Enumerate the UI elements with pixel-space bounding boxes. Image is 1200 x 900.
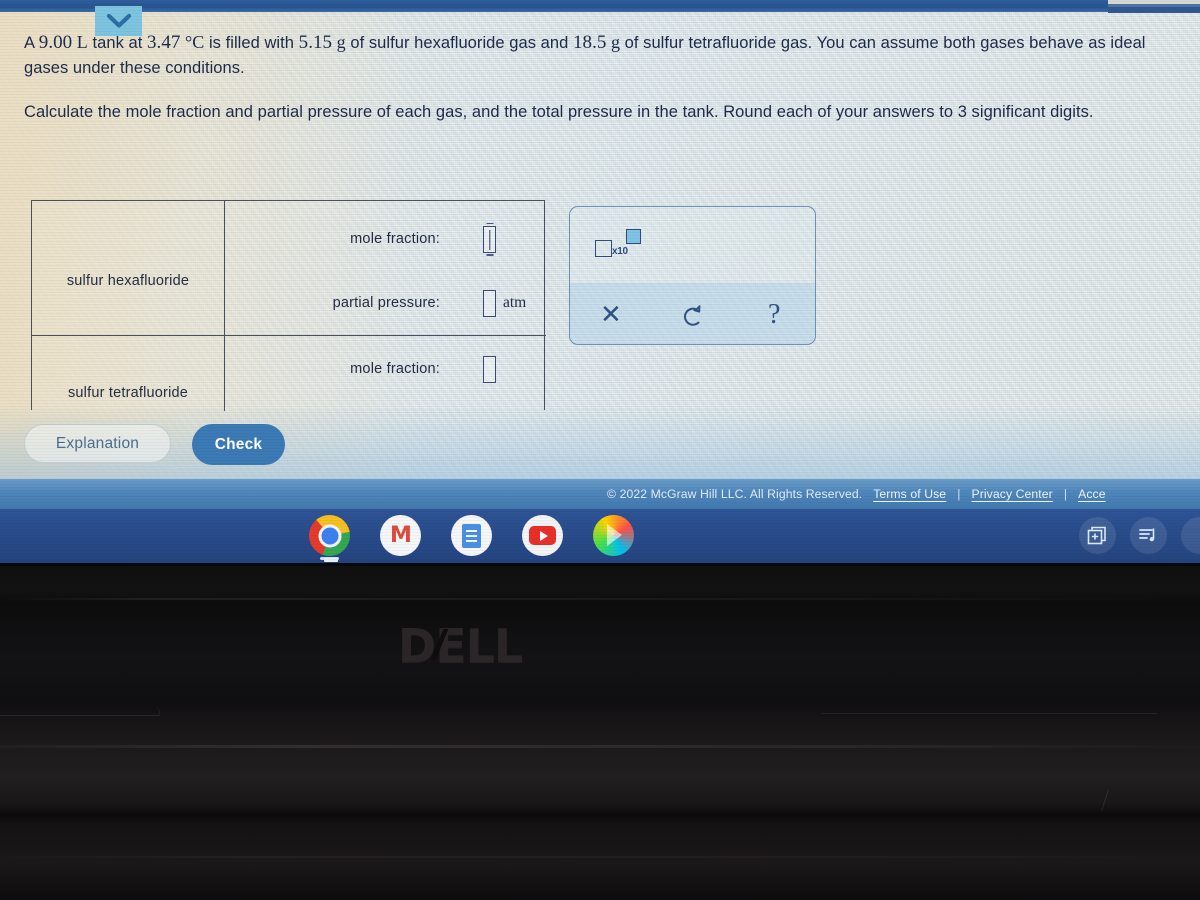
- chrome-icon[interactable]: [309, 515, 350, 556]
- explanation-button[interactable]: Explanation: [24, 424, 171, 463]
- problem-task-text-b: significant digits.: [966, 103, 1094, 121]
- problem-temperature-unit: °C: [180, 32, 205, 52]
- privacy-center-link[interactable]: Privacy Center: [971, 487, 1052, 501]
- problem-statement: A 9.00 L tank at 3.47 °C is filled with …: [24, 30, 1176, 125]
- gas-name-cell: sulfur hexafluoride: [32, 201, 225, 335]
- undo-icon[interactable]: [652, 302, 734, 328]
- question-mark-icon[interactable]: ?: [733, 298, 815, 330]
- youtube-icon[interactable]: [522, 515, 563, 556]
- gas-answer-fields: mole fraction: partial pressure: atm: [225, 201, 546, 335]
- problem-mass2-unit: g: [606, 32, 621, 52]
- screen-bezel-bottom: [0, 563, 1200, 566]
- dell-logo-d: D: [398, 619, 436, 673]
- problem-task-text-a: Calculate the mole fraction and partial …: [24, 103, 958, 121]
- sci-exponent-box: [626, 229, 641, 244]
- screenshot-stage: D E LL A 9.00 L tank at 3.47 °C is filled …: [0, 0, 1200, 900]
- problem-paragraph-2: Calculate the mole fraction and partial …: [24, 100, 1176, 125]
- problem-volume-value: 9.00: [38, 32, 73, 53]
- footer-separator: |: [957, 487, 961, 501]
- taskbar-app-icons: M: [309, 515, 634, 556]
- problem-mass1-value: 5.15: [298, 32, 333, 53]
- close-icon[interactable]: ✕: [570, 302, 652, 328]
- laptop-hinge-line-top: [0, 598, 1200, 600]
- footer-content: © 2022 McGraw Hill LLC. All Rights Reser…: [607, 487, 1117, 501]
- table-row: sulfur hexafluoride mole fraction: parti…: [32, 201, 546, 336]
- browser-chrome-bar: [0, 0, 1200, 12]
- mole-fraction-input-sf4[interactable]: [483, 355, 496, 383]
- laptop-screen: A 9.00 L tank at 3.47 °C is filled with …: [0, 0, 1200, 566]
- partial-pressure-input-sf6[interactable]: [483, 289, 496, 317]
- problem-temperature-value: 3.47: [147, 32, 181, 53]
- problem-mass2-value: 18.5: [572, 32, 607, 53]
- mole-fraction-label: mole fraction:: [350, 361, 440, 377]
- mole-fraction-label: mole fraction:: [350, 231, 440, 247]
- laptop-body: [0, 563, 1200, 900]
- sci-x10-label: x10: [612, 246, 628, 257]
- check-button[interactable]: Check: [192, 424, 285, 465]
- laptop-deck-notch-left: [0, 706, 160, 716]
- partial-pressure-field-row: partial pressure: atm: [225, 286, 546, 320]
- laptop-hinge-line-bottom: [0, 856, 1200, 858]
- accessibility-link[interactable]: Acce: [1078, 487, 1106, 501]
- media-controls-icon[interactable]: [1130, 517, 1167, 554]
- mole-fraction-field-row: mole fraction:: [225, 352, 546, 386]
- scientific-notation-icon[interactable]: x10: [595, 229, 647, 261]
- dell-brand-logo: D E LL: [398, 622, 546, 670]
- laptop-deck-notch-right: [822, 704, 1157, 714]
- gas-name-label: sulfur hexafluoride: [66, 273, 190, 289]
- problem-text-d: of sulfur hexafluoride gas and: [345, 34, 573, 52]
- table-row: sulfur tetrafluoride mole fraction:: [32, 336, 546, 411]
- browser-chrome-bar-right-edge: [1108, 0, 1200, 13]
- gmail-icon[interactable]: M: [380, 515, 421, 556]
- docs-page-shape: [462, 523, 481, 548]
- shelf-home-indicator: [324, 558, 338, 562]
- problem-paragraph-1: A 9.00 L tank at 3.47 °C is filled with …: [24, 30, 1176, 81]
- status-tray-button[interactable]: [1181, 517, 1200, 554]
- partial-pressure-label: partial pressure:: [332, 295, 440, 311]
- problem-sig-figs: 3: [957, 103, 967, 121]
- problem-volume-unit: L: [72, 32, 88, 52]
- play-store-icon[interactable]: [593, 515, 634, 556]
- clear-glyph: ✕: [599, 299, 622, 330]
- mole-fraction-field-row: mole fraction:: [225, 222, 546, 256]
- dell-logo-e: E: [435, 619, 466, 673]
- screen-capture-icon[interactable]: [1079, 517, 1116, 554]
- google-docs-icon[interactable]: [451, 515, 492, 556]
- problem-text-b: tank at: [87, 34, 147, 52]
- gas-name-label: sulfur tetrafluoride: [67, 385, 189, 401]
- problem-text-c: is filled with: [204, 34, 299, 52]
- laptop-hinge-line-middle: [0, 745, 1200, 748]
- footer-separator: |: [1063, 487, 1068, 501]
- sci-panel-toolbar: ✕ ?: [570, 283, 815, 344]
- page-footer: © 2022 McGraw Hill LLC. All Rights Reser…: [0, 479, 1200, 509]
- youtube-play-shape: [529, 526, 556, 545]
- sci-mantissa-box: [595, 240, 612, 257]
- text-caret: [488, 229, 491, 250]
- mole-fraction-input-sf6[interactable]: [483, 225, 496, 253]
- problem-text-a: A: [24, 34, 39, 52]
- problem-mass1-unit: g: [332, 32, 346, 52]
- copyright-text: © 2022 McGraw Hill LLC. All Rights Reser…: [607, 487, 863, 501]
- partial-pressure-unit: atm: [503, 294, 527, 311]
- taskbar-tray: [1079, 517, 1200, 554]
- gas-name-cell: sulfur tetrafluoride: [32, 336, 225, 411]
- gas-answer-fields: mole fraction:: [225, 336, 546, 411]
- terms-of-use-link[interactable]: Terms of Use: [873, 487, 946, 501]
- scientific-notation-panel: x10 ✕ ?: [569, 206, 816, 345]
- answer-table: sulfur hexafluoride mole fraction: parti…: [31, 200, 546, 411]
- gmail-glyph: M: [390, 522, 412, 548]
- help-glyph: ?: [767, 298, 781, 330]
- sci-panel-top: x10: [570, 207, 815, 283]
